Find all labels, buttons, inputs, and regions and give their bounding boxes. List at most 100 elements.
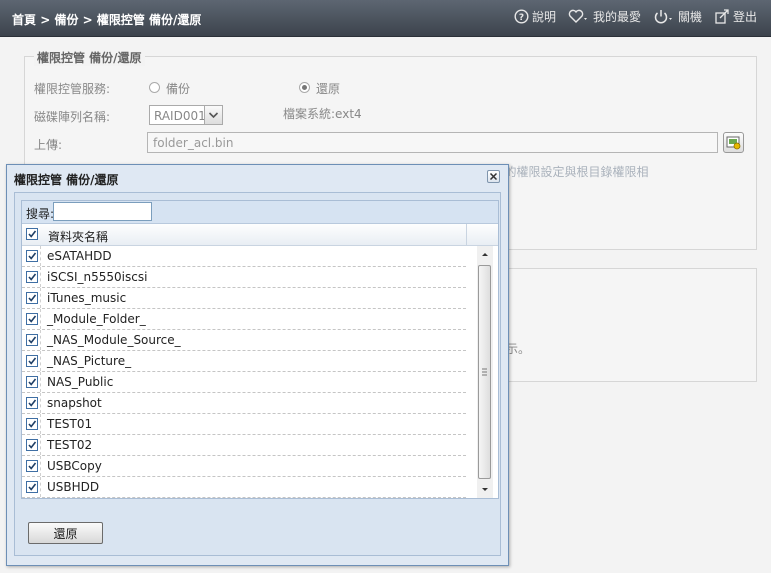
raid-select-value: RAID001 [154,109,206,123]
table-row[interactable]: USBHDD [22,477,466,498]
cell-separator [40,477,42,497]
backup-radio-label: 備份 [166,82,191,96]
favorites-button[interactable]: 我的最愛 [568,8,641,25]
checkmark-icon [28,462,37,470]
checkmark-icon [28,294,37,302]
column-separator [466,224,467,245]
shutdown-label: 關機 [677,10,702,24]
row-checkbox[interactable] [26,376,38,388]
secondary-fieldset [505,268,757,382]
restore-button[interactable]: 還原 [28,522,103,544]
cell-separator [40,330,42,350]
upload-field-value: folder_acl.bin [153,136,234,150]
table-row[interactable]: _NAS_Module_Source_ [22,330,466,351]
scrollbar[interactable] [477,246,493,498]
row-checkbox[interactable] [26,313,38,325]
cell-separator [40,288,42,308]
cell-separator [40,456,42,476]
folder-name: USBCopy [47,459,102,473]
folder-name: iSCSI_n5550iscsi [47,270,148,284]
raid-label: 磁碟陣列名稱: [34,110,111,124]
breadcrumb-home[interactable]: 首頁 [12,13,36,27]
checkmark-icon [28,315,37,323]
folder-name: iTunes_music [47,291,127,305]
table-row[interactable]: _Module_Folder_ [22,309,466,330]
cell-separator [40,414,42,434]
table-row[interactable]: NAS_Public [22,372,466,393]
svg-text:?: ? [519,13,524,23]
shutdown-button[interactable]: 關機 [653,8,702,25]
folder-name: _NAS_Module_Source_ [47,333,181,347]
power-icon [654,10,672,24]
table-row[interactable]: iTunes_music [22,288,466,309]
checkmark-icon [28,252,37,260]
cell-separator [40,435,42,455]
checkmark-icon [28,357,37,365]
row-checkbox[interactable] [26,250,38,262]
folder-name: TEST02 [47,438,93,452]
help-button[interactable]: ? 說明 [514,8,556,25]
restore-radio-label: 還原 [316,82,341,96]
table-row[interactable]: eSATAHDD [22,246,466,267]
arrow-down-icon [482,488,488,491]
cell-separator [40,393,42,413]
row-checkbox[interactable] [26,397,38,409]
scrollbar-thumb[interactable] [478,265,491,479]
row-checkbox[interactable] [26,481,38,493]
table-row[interactable]: _NAS_Picture_ [22,351,466,372]
upload-label: 上傳: [34,138,63,152]
help-icon: ? [514,9,529,24]
browse-button[interactable] [723,132,744,153]
row-checkbox[interactable] [26,418,38,430]
row-checkbox[interactable] [26,355,38,367]
table-row[interactable]: iSCSI_n5550iscsi [22,267,466,288]
folder-list: eSATAHDD iSCSI_n5550iscsi iTunes_music _Mod… [22,246,466,498]
checkmark-icon [28,378,37,386]
upload-field[interactable]: folder_acl.bin [147,132,718,153]
table-row[interactable]: TEST01 [22,414,466,435]
row-checkbox[interactable] [26,292,38,304]
grid-header: 資料夾名稱 [22,224,498,246]
arrow-up-icon [482,253,488,256]
restore-radio[interactable] [299,82,310,93]
checkmark-icon [28,420,37,428]
logout-button[interactable]: 登出 [714,8,757,25]
checkmark-icon [28,399,37,407]
scroll-down-button[interactable] [477,481,493,498]
breadcrumb-backup[interactable]: 備份 [54,13,78,27]
grip-icon [482,368,487,376]
scroll-up-button[interactable] [477,246,493,263]
close-button[interactable] [487,170,500,183]
breadcrumb: 首頁 > 備份 > 權限控管 備份/還原 [12,11,201,28]
filesystem-label: 檔案系統:ext4 [283,107,362,121]
table-row[interactable]: snapshot [22,393,466,414]
raid-select[interactable]: RAID001 [149,105,223,125]
folder-name: _Module_Folder_ [47,312,146,326]
table-row[interactable]: USBCopy [22,456,466,477]
row-checkbox[interactable] [26,439,38,451]
checkmark-icon [28,336,37,344]
folder-name: USBHDD [47,480,100,494]
top-nav: ? 說明 我的最愛 關機 登出 [514,8,757,25]
acl-restore-dialog: 權限控管 備份/還原 搜尋: 資料夾名稱 eSATAHDD iSCSI_n5550… [6,164,509,566]
backup-radio[interactable] [149,82,160,93]
select-all-checkbox[interactable] [26,228,38,240]
checkmark-icon [28,441,37,449]
folder-name: NAS_Public [47,375,114,389]
folder-name: snapshot [47,396,102,410]
column-header-folder-name[interactable]: 資料夾名稱 [48,228,108,245]
cell-separator [40,309,42,329]
folder-name: eSATAHDD [47,249,112,263]
checkmark-icon [28,483,37,491]
close-icon [489,172,498,181]
row-checkbox[interactable] [26,460,38,472]
cell-separator [40,267,42,287]
row-checkbox[interactable] [26,271,38,283]
checkmark-icon [28,273,37,281]
table-row[interactable]: TEST02 [22,435,466,456]
service-label: 權限控管服務: [34,82,111,96]
search-input[interactable] [53,202,152,221]
search-row: 搜尋: [22,201,498,224]
browse-icon [726,136,741,150]
row-checkbox[interactable] [26,334,38,346]
